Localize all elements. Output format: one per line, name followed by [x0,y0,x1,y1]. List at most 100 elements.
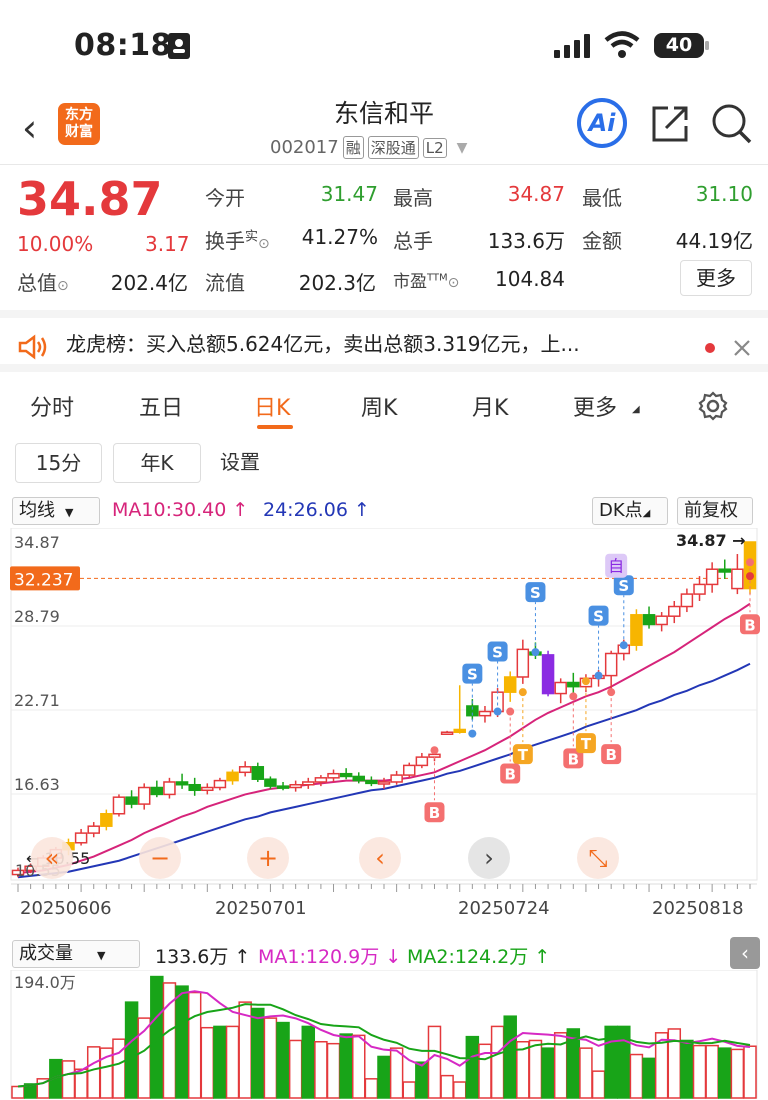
rewind-icon-glyph: « [45,844,60,872]
mktcap-text: 总值 [17,271,57,295]
marker-dot [581,677,590,686]
low-label: 最低 [582,186,622,210]
candle [339,772,353,778]
speaker-icon [18,334,47,360]
candle [137,786,151,805]
change-amount: 3.17 [145,232,190,256]
info-icon[interactable]: ⊙ [448,275,460,291]
stock-subtitle[interactable]: 002017 融 深股通 L2 ▼ [270,136,467,159]
marker-label: S [492,644,503,662]
dragon-tiger-banner[interactable]: 龙虎榜：买入总额5.624亿元，卖出总额3.319亿元，上... [0,310,768,372]
candle [718,568,732,573]
search-icon[interactable] [711,103,753,145]
volume-bar [629,1053,644,1099]
dropdown-icon[interactable]: ▼ [457,140,468,156]
subtab-settings[interactable]: 设置 [210,443,270,483]
candle [415,756,429,767]
volume-bar [389,1047,404,1099]
subtab-year-k[interactable]: 年K [113,443,201,483]
volume-bar [61,1060,76,1099]
marker-dot [493,707,502,716]
candle [642,614,656,626]
tab-weekly-k[interactable]: 周K [361,390,397,422]
candle [516,648,530,678]
more-caret-icon: ◢ [632,404,640,415]
marker-dot [594,671,603,680]
candle [87,825,100,834]
marker-dot [746,558,754,567]
x-tick-label: 20250606 [20,898,112,919]
period-tabs: 分时 五日 日K 周K 月K 更多 ◢ [0,380,768,435]
reference-price-label: 32.237 [14,570,73,590]
info-icon[interactable]: ⊙ [258,236,270,252]
volume-text: 133.6万 [155,946,229,968]
kline-chart[interactable]: 34.8728.7922.7116.6332.237BSSSTBBTBSSB自3… [0,528,768,938]
x-tick-label: 20250701 [215,898,307,919]
marker-label: B [429,804,440,822]
volume-indicator-select[interactable]: 成交量 ▼ [12,940,140,968]
candle [150,786,164,796]
indicator-label: 均线 [19,500,55,521]
volume-bar [86,1046,101,1099]
dk-point-button[interactable]: DK点◢ [592,497,668,525]
stock-header: ‹ 东方 财富 东信和平 002017 融 深股通 L2 ▼ Ai [0,90,768,165]
float-value: 202.3亿 [298,271,376,295]
x-tick-label: 20250818 [652,898,744,919]
marker-dot [506,707,515,716]
status-time: 08:18 [74,28,172,63]
dk-label: DK点 [599,500,643,521]
volume-bar [465,1035,480,1099]
volume-bar [326,1042,341,1099]
adjust-button[interactable]: 前复权 [677,497,753,525]
volume-bar [743,1045,757,1099]
volume-bar [541,1047,555,1099]
tag-connect: 深股通 [367,136,419,159]
candle [100,813,113,827]
candle [541,654,555,695]
tab-more[interactable]: 更多 [573,390,617,422]
volume-bar [352,1034,366,1099]
tab-daily-k[interactable]: 日K [254,390,290,422]
candle [226,771,239,782]
volume-bar [288,1039,303,1099]
more-button[interactable]: 更多 [680,260,752,296]
share-icon[interactable] [650,104,690,144]
marker-label: S [467,666,478,684]
candle [377,781,391,785]
tab-five-day[interactable]: 五日 [139,390,183,422]
candle [112,796,126,815]
candle [264,778,277,787]
volume-bar [427,1025,442,1099]
open-label: 今开 [205,186,245,210]
volume-indicator-label: 成交量 [19,943,73,964]
volume-bar [705,1044,719,1099]
settings-gear-icon[interactable] [697,390,729,422]
id-card-icon [168,33,190,59]
tab-monthly-k[interactable]: 月K [472,390,508,422]
candle [175,781,189,786]
ai-button[interactable]: Ai [577,98,627,148]
y-tick-label: 34.87 [14,533,60,552]
candle [554,681,567,695]
vol-ma1-text: MA1:120.9万 [258,946,380,968]
candle [655,615,668,626]
candle [705,568,719,586]
low-value: 31.10 [695,182,753,206]
marker-dot [607,688,616,697]
indicator-select[interactable]: 均线 ▼ [12,497,100,525]
battery-tip-icon [705,41,709,50]
tag-margin: 融 [342,136,364,159]
subtab-15min[interactable]: 15分 [15,443,102,483]
select-caret-icon: ▼ [65,506,74,519]
tab-intraday[interactable]: 分时 [30,390,74,422]
volume-bar [452,1081,467,1099]
candle [238,766,252,774]
quote-panel: 34.87 10.00% 3.17 今开 31.47 最高 34.87 最低 3… [0,166,768,306]
collapse-button[interactable]: ‹ [730,937,760,969]
open-value: 31.47 [320,182,378,206]
info-icon[interactable]: ⊙ [57,278,69,294]
volume-bar [175,985,189,1099]
y-tick-label: 22.71 [14,691,60,710]
turnover-sup: 实 [245,229,259,245]
close-icon[interactable] [733,339,751,357]
